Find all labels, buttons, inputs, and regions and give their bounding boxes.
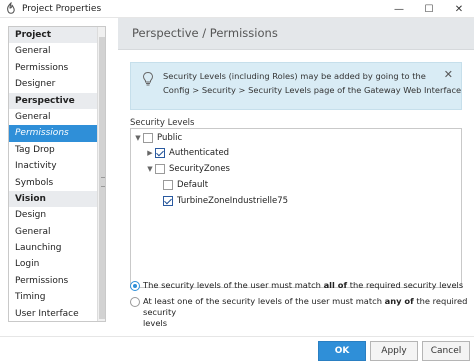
info-text-line-1: Security Levels (including Roles) may be… [163, 71, 426, 81]
nav-item-vision-design[interactable]: Design [9, 207, 97, 223]
tree-label-turbinezone: TurbineZoneIndustrielle75 [177, 196, 289, 206]
security-levels-label: Security Levels [130, 118, 195, 128]
tree-label-public: Public [157, 133, 183, 143]
permissions-panel: Perspective / Permissions Security Level… [118, 18, 474, 340]
nav-item-vision-permissions[interactable]: Permissions [9, 273, 97, 289]
checkbox-turbinezone[interactable] [163, 196, 173, 206]
tree-label-default: Default [177, 180, 209, 190]
radio-match-any[interactable]: At least one of the security levels of t… [130, 296, 474, 329]
panel-title: Perspective / Permissions [132, 26, 278, 40]
tree-row-securityzones[interactable]: ▼ SecurityZones [145, 162, 230, 176]
security-levels-tree: ▼ Public ▶ Authenticated ▼ SecurityZones… [130, 128, 462, 288]
properties-nav: Project General Permissions Designer Per… [8, 26, 106, 322]
lightbulb-icon [141, 71, 155, 87]
tree-row-authenticated[interactable]: ▶ Authenticated [145, 146, 229, 160]
nav-item-perspective-inactivity[interactable]: Inactivity [9, 158, 97, 174]
panel-header: Perspective / Permissions [118, 18, 474, 50]
nav-item-vision-launching[interactable]: Launching [9, 240, 97, 256]
nav-item-vision-general[interactable]: General [9, 224, 97, 240]
nav-scrollbar[interactable] [97, 27, 105, 321]
radio-match-all[interactable]: The security levels of the user must mat… [130, 280, 463, 291]
nav-item-project-designer[interactable]: Designer [9, 76, 97, 92]
collapse-icon[interactable]: ▼ [145, 164, 155, 174]
ok-button[interactable]: OK [318, 341, 366, 361]
apply-button[interactable]: Apply [370, 341, 418, 361]
checkbox-public[interactable] [143, 133, 153, 143]
tree-label-authenticated: Authenticated [169, 148, 230, 158]
dialog-footer: OK Apply Cancel [0, 336, 474, 364]
nav-item-perspective-permissions[interactable]: Permissions [9, 125, 97, 142]
ignition-icon [4, 2, 18, 16]
expand-icon[interactable]: ▶ [145, 148, 155, 158]
window-title: Project Properties [22, 3, 102, 14]
info-banner: Security Levels (including Roles) may be… [130, 62, 462, 110]
checkbox-default[interactable] [163, 180, 173, 190]
checkbox-authenticated[interactable] [155, 148, 165, 158]
nav-scrollbar-thumb[interactable] [99, 37, 105, 319]
nav-item-perspective-tag-drop[interactable]: Tag Drop [9, 142, 97, 158]
nav-item-vision-login[interactable]: Login [9, 256, 97, 272]
tree-label-securityzones: SecurityZones [169, 164, 230, 174]
nav-item-vision-user-interface[interactable]: User Interface [9, 306, 97, 321]
radio-label-any: At least one of the security levels of t… [143, 296, 468, 328]
radio-button-all[interactable] [130, 281, 140, 291]
radio-button-any[interactable] [130, 297, 140, 307]
tree-row-default[interactable]: Default [163, 178, 208, 192]
tree-row-public[interactable]: ▼ Public [133, 131, 182, 145]
nav-header-vision: Vision [9, 190, 97, 208]
nav-item-project-general[interactable]: General [9, 43, 97, 59]
minimize-button[interactable]: — [384, 0, 414, 18]
nav-item-perspective-symbols[interactable]: Symbols [9, 175, 97, 191]
nav-header-project: Project [9, 27, 97, 44]
maximize-button[interactable]: ☐ [414, 0, 444, 18]
collapse-icon[interactable]: ▼ [133, 133, 143, 143]
info-text-line-2: Config > Security > Security Levels page… [163, 85, 462, 95]
radio-label-all: The security levels of the user must mat… [143, 280, 464, 290]
close-icon[interactable]: ✕ [444, 68, 453, 81]
nav-item-project-permissions[interactable]: Permissions [9, 60, 97, 76]
close-window-button[interactable]: ✕ [444, 0, 474, 18]
cancel-button[interactable]: Cancel [422, 341, 470, 361]
nav-item-perspective-general[interactable]: General [9, 109, 97, 125]
checkbox-securityzones[interactable] [155, 164, 165, 174]
nav-header-perspective: Perspective [9, 92, 97, 109]
nav-item-vision-timing[interactable]: Timing [9, 289, 97, 305]
title-bar: Project Properties — ☐ ✕ [0, 0, 474, 18]
tree-row-turbinezone[interactable]: TurbineZoneIndustrielle75 [163, 194, 288, 208]
